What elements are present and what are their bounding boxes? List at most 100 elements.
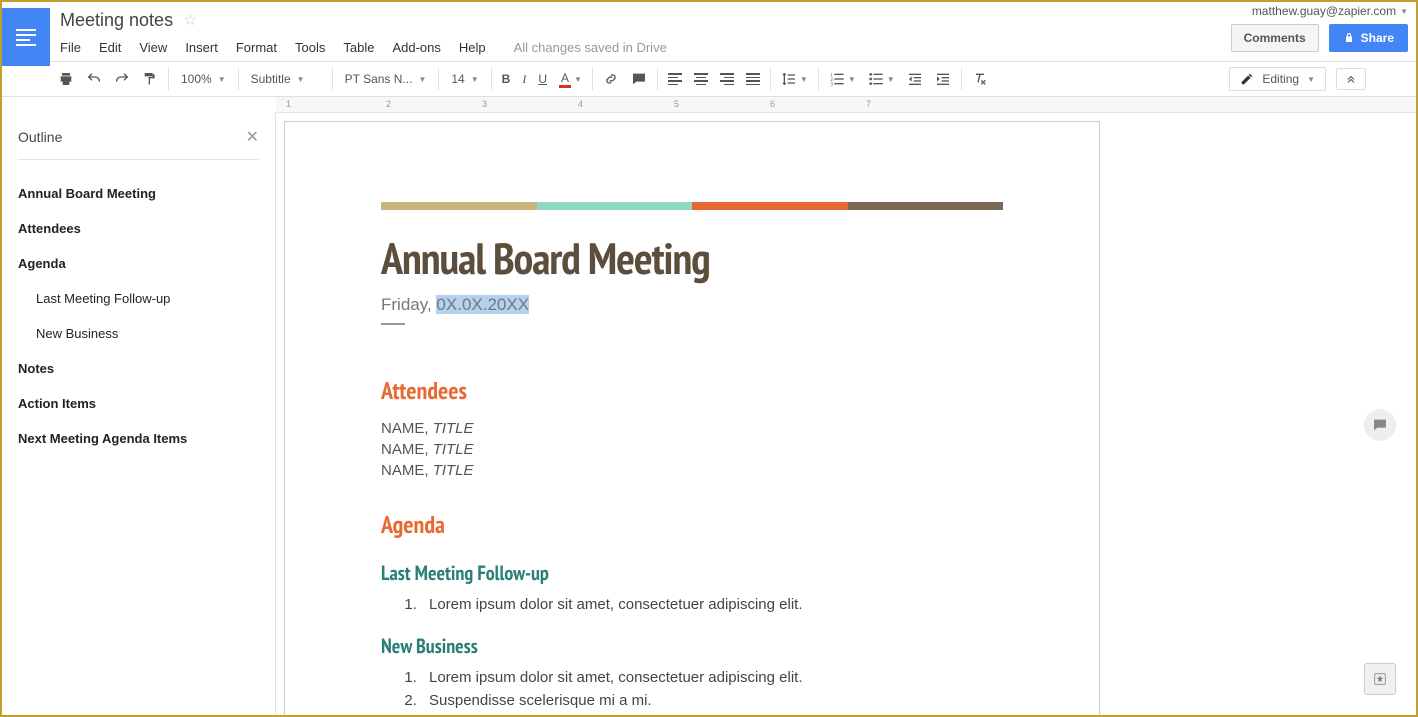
menu-file[interactable]: File: [60, 40, 81, 55]
bulleted-list-icon: [868, 71, 884, 87]
align-center-icon: [694, 73, 708, 85]
newbusiness-list[interactable]: Lorem ipsum dolor sit amet, consectetuer…: [381, 669, 1003, 709]
align-left-button[interactable]: [662, 69, 688, 89]
app-header: Meeting notes ☆ File Edit View Insert Fo…: [2, 2, 1416, 62]
share-button[interactable]: Share: [1329, 24, 1408, 52]
zoom-dropdown[interactable]: 100%▼: [173, 68, 234, 90]
list-item[interactable]: Lorem ipsum dolor sit amet, consectetuer…: [421, 596, 1003, 613]
doc-heading-newbusiness[interactable]: New Business: [381, 633, 1003, 659]
menu-table[interactable]: Table: [343, 40, 374, 55]
outline-title: Outline: [18, 129, 62, 145]
caret-down-icon: ▼: [1400, 7, 1408, 16]
doc-date-line[interactable]: Friday, 0X.0X.20XX: [381, 295, 1003, 315]
attendee-row[interactable]: NAME, TITLE: [381, 462, 1003, 479]
star-icon[interactable]: ☆: [183, 10, 197, 30]
add-comment-bubble[interactable]: [1364, 409, 1396, 441]
doc-heading-1[interactable]: Annual Board Meeting: [381, 230, 1003, 287]
menu-help[interactable]: Help: [459, 40, 486, 55]
doc-heading-followup[interactable]: Last Meeting Follow-up: [381, 560, 1003, 586]
pencil-icon: [1240, 72, 1254, 86]
menu-tools[interactable]: Tools: [295, 40, 325, 55]
outline-item[interactable]: Attendees: [18, 211, 259, 246]
attendee-row[interactable]: NAME, TITLE: [381, 441, 1003, 458]
outline-item[interactable]: Next Meeting Agenda Items: [18, 421, 259, 456]
clear-format-icon: [972, 71, 988, 87]
line-spacing-button[interactable]: ▼: [775, 67, 814, 91]
bulleted-list-button[interactable]: ▼: [862, 67, 901, 91]
align-center-button[interactable]: [688, 69, 714, 89]
bold-button[interactable]: B: [496, 68, 517, 90]
print-icon: [58, 71, 74, 87]
editing-mode-dropdown[interactable]: Editing ▼: [1229, 67, 1326, 91]
date-prefix: Friday,: [381, 295, 436, 314]
list-item[interactable]: Lorem ipsum dolor sit amet, consectetuer…: [421, 669, 1003, 686]
increase-indent-button[interactable]: [929, 67, 957, 91]
insert-link-button[interactable]: [597, 67, 625, 91]
close-outline-button[interactable]: ✕: [246, 127, 259, 147]
outline-item[interactable]: Last Meeting Follow-up: [18, 281, 259, 316]
comments-button[interactable]: Comments: [1231, 24, 1319, 52]
decrease-indent-icon: [907, 71, 923, 87]
page[interactable]: Annual Board Meeting Friday, 0X.0X.20XX …: [284, 121, 1100, 715]
list-item[interactable]: Suspendisse scelerisque mi a mi.: [421, 692, 1003, 709]
comment-bubble-icon: [1372, 417, 1388, 433]
ruler[interactable]: 1 2 3 4 5 6 7: [276, 97, 1416, 113]
explore-icon: [1372, 671, 1388, 687]
link-icon: [603, 71, 619, 87]
outline-item[interactable]: Action Items: [18, 386, 259, 421]
decrease-indent-button[interactable]: [901, 67, 929, 91]
user-account[interactable]: matthew.guay@zapier.com ▼: [1252, 4, 1408, 18]
outline-item[interactable]: Notes: [18, 351, 259, 386]
menu-format[interactable]: Format: [236, 40, 277, 55]
underline-button[interactable]: U: [532, 68, 553, 90]
style-dropdown[interactable]: Subtitle▼: [243, 68, 328, 90]
numbered-list-icon: 123: [829, 71, 845, 87]
ruler-tick: 7: [866, 99, 871, 109]
clear-formatting-button[interactable]: [966, 67, 994, 91]
docs-logo[interactable]: [2, 8, 50, 66]
insert-comment-button[interactable]: [625, 67, 653, 91]
print-button[interactable]: [52, 67, 80, 91]
line-spacing-icon: [781, 71, 797, 87]
ruler-tick: 1: [286, 99, 291, 109]
menu-insert[interactable]: Insert: [185, 40, 218, 55]
ruler-tick: 4: [578, 99, 583, 109]
italic-button[interactable]: I: [516, 68, 532, 91]
doc-heading-agenda[interactable]: Agenda: [381, 509, 1003, 540]
explore-button[interactable]: [1364, 663, 1396, 695]
font-size-dropdown[interactable]: 14▼: [443, 68, 486, 90]
ruler-tick: 5: [674, 99, 679, 109]
document-title[interactable]: Meeting notes: [60, 10, 173, 31]
numbered-list-button[interactable]: 123▼: [823, 67, 862, 91]
short-divider: [381, 323, 405, 325]
attendee-row[interactable]: NAME, TITLE: [381, 420, 1003, 437]
collapse-toolbar-button[interactable]: [1336, 68, 1366, 90]
menu-edit[interactable]: Edit: [99, 40, 121, 55]
lock-icon: [1343, 32, 1355, 44]
document-canvas[interactable]: Annual Board Meeting Friday, 0X.0X.20XX …: [276, 113, 1416, 715]
align-right-button[interactable]: [714, 69, 740, 89]
outline-item[interactable]: New Business: [18, 316, 259, 351]
paint-format-button[interactable]: [136, 67, 164, 91]
followup-list[interactable]: Lorem ipsum dolor sit amet, consectetuer…: [381, 596, 1003, 613]
text-color-button[interactable]: A▼: [553, 67, 588, 92]
menu-bar: File Edit View Insert Format Tools Table…: [60, 32, 1408, 62]
doc-heading-attendees[interactable]: Attendees: [381, 375, 1003, 406]
ruler-tick: 3: [482, 99, 487, 109]
undo-button[interactable]: [80, 67, 108, 91]
undo-icon: [86, 71, 102, 87]
ruler-tick: 6: [770, 99, 775, 109]
align-justify-button[interactable]: [740, 69, 766, 89]
docs-logo-icon: [16, 29, 36, 46]
increase-indent-icon: [935, 71, 951, 87]
align-justify-icon: [746, 73, 760, 85]
font-dropdown[interactable]: PT Sans N...▼: [337, 68, 435, 90]
paint-roller-icon: [142, 71, 158, 87]
bold-icon: B: [502, 72, 511, 86]
menu-addons[interactable]: Add-ons: [392, 40, 440, 55]
ruler-tick: 2: [386, 99, 391, 109]
outline-item[interactable]: Annual Board Meeting: [18, 176, 259, 211]
menu-view[interactable]: View: [139, 40, 167, 55]
outline-item[interactable]: Agenda: [18, 246, 259, 281]
redo-button[interactable]: [108, 67, 136, 91]
